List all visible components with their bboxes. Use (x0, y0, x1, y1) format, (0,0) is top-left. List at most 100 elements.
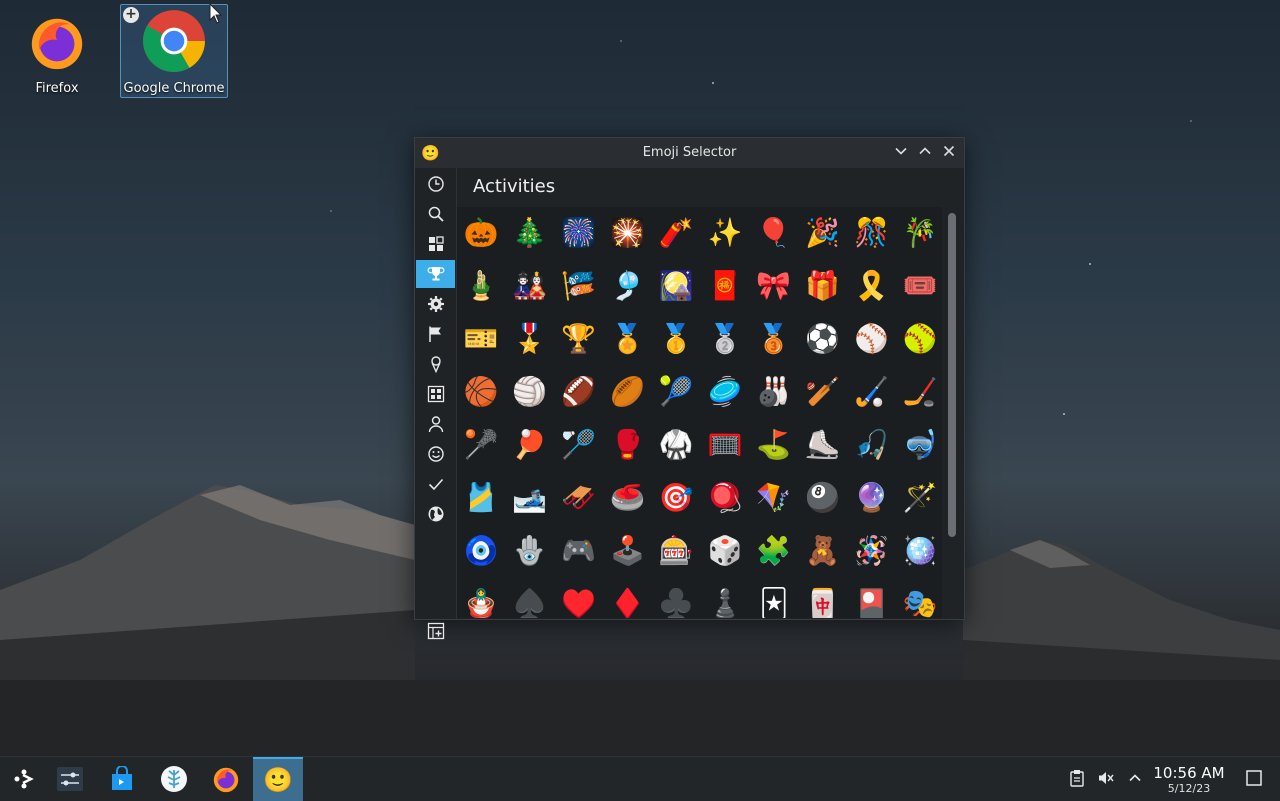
category-food[interactable] (416, 350, 455, 378)
emoji-button[interactable]: 🏒 (898, 370, 942, 414)
emoji-button[interactable]: 🎮 (557, 529, 601, 573)
emoji-button[interactable]: 🎊 (849, 211, 893, 255)
emoji-button[interactable]: 🥍 (459, 423, 503, 467)
emoji-button[interactable]: 🎎 (508, 264, 552, 308)
emoji-button[interactable]: 🏅 (605, 317, 649, 361)
maximize-button[interactable] (915, 143, 935, 163)
tray-clipboard[interactable] (1066, 767, 1088, 789)
emoji-button[interactable]: 🎁 (801, 264, 845, 308)
category-smileys[interactable] (416, 440, 455, 468)
emoji-button[interactable]: 🏸 (557, 423, 601, 467)
emoji-button[interactable]: 🎀 (752, 264, 796, 308)
emoji-button[interactable]: 🎾 (654, 370, 698, 414)
emoji-button[interactable]: 🎰 (654, 529, 698, 573)
emoji-button[interactable]: 🥊 (605, 423, 649, 467)
emoji-button[interactable]: 🪁 (752, 476, 796, 520)
category-travel[interactable] (416, 500, 455, 528)
emoji-button[interactable]: 🎿 (508, 476, 552, 520)
emoji-button[interactable]: 🪩 (898, 529, 942, 573)
emoji-button[interactable]: 🎣 (849, 423, 893, 467)
emoji-button[interactable]: 🎖️ (508, 317, 552, 361)
emoji-button[interactable]: 🏉 (605, 370, 649, 414)
taskbar-flatpak-app[interactable] (150, 757, 198, 801)
emoji-button[interactable]: ⚾ (849, 317, 893, 361)
emoji-button[interactable]: 🏑 (849, 370, 893, 414)
emoji-button[interactable]: 🕹️ (605, 529, 649, 573)
add-plus-icon[interactable]: + (123, 7, 139, 23)
emoji-button[interactable]: 🎳 (752, 370, 796, 414)
emoji-button[interactable]: ⚽ (801, 317, 845, 361)
taskbar-firefox[interactable] (202, 757, 250, 801)
emoji-button[interactable]: 🪀 (703, 476, 747, 520)
category-recent[interactable] (416, 170, 455, 198)
clock-date[interactable]: 5/12/23 (1150, 782, 1228, 795)
emoji-button[interactable]: 🤿 (898, 423, 942, 467)
emoji-button[interactable]: 🎈 (752, 211, 796, 255)
emoji-button[interactable]: 🥇 (654, 317, 698, 361)
emoji-button[interactable]: 🎟️ (898, 264, 942, 308)
category-search[interactable] (416, 200, 455, 228)
emoji-button[interactable]: 🪆 (459, 582, 503, 618)
category-flags[interactable] (416, 320, 455, 348)
tray-expand[interactable] (1124, 767, 1146, 789)
add-table-button[interactable] (416, 617, 455, 645)
emoji-button[interactable]: 🏈 (557, 370, 601, 414)
emoji-button[interactable]: 🧸 (801, 529, 845, 573)
emoji-button[interactable]: 🃏 (752, 582, 796, 618)
emoji-button[interactable]: 🎲 (703, 529, 747, 573)
emoji-button[interactable]: 🧿 (459, 529, 503, 573)
emoji-button[interactable]: 🎱 (801, 476, 845, 520)
emoji-button[interactable]: ⛳ (752, 423, 796, 467)
emoji-button[interactable]: 🎋 (898, 211, 942, 255)
emoji-button[interactable]: 🥅 (703, 423, 747, 467)
emoji-button[interactable]: 🥌 (605, 476, 649, 520)
emoji-button[interactable]: 🎏 (557, 264, 601, 308)
category-all[interactable] (416, 230, 455, 258)
emoji-button[interactable]: 🏏 (801, 370, 845, 414)
emoji-button[interactable]: 🧨 (654, 211, 698, 255)
category-activities[interactable] (416, 260, 455, 288)
emoji-button[interactable]: 🀄 (801, 582, 845, 618)
clock-time[interactable]: 10:56 AM (1150, 764, 1228, 782)
desktop-icon-firefox[interactable]: Firefox (4, 5, 110, 97)
emoji-button[interactable]: 🎇 (605, 211, 649, 255)
emoji-button[interactable]: 🎉 (801, 211, 845, 255)
emoji-button[interactable]: 🥉 (752, 317, 796, 361)
emoji-button[interactable]: ✨ (703, 211, 747, 255)
emoji-button[interactable]: ⛸️ (801, 423, 845, 467)
emoji-button[interactable]: 🥎 (898, 317, 942, 361)
taskbar-emoji-selector[interactable]: 🙂 (253, 757, 303, 801)
window-titlebar[interactable]: 🙂 Emoji Selector (415, 138, 964, 168)
emoji-button[interactable]: 🎑 (654, 264, 698, 308)
emoji-button[interactable]: 🛷 (557, 476, 601, 520)
emoji-button[interactable]: 🎐 (605, 264, 649, 308)
emoji-button[interactable]: ♟️ (703, 582, 747, 618)
emoji-button[interactable]: 🎯 (654, 476, 698, 520)
emoji-button[interactable]: 🏆 (557, 317, 601, 361)
emoji-button[interactable]: 🎭 (898, 582, 942, 618)
emoji-button[interactable]: 🎆 (557, 211, 601, 255)
emoji-button[interactable]: ♥️ (557, 582, 601, 618)
emoji-button[interactable]: 🔮 (849, 476, 893, 520)
category-objects[interactable] (416, 290, 455, 318)
emoji-button[interactable]: 🎽 (459, 476, 503, 520)
emoji-button[interactable]: 🪄 (898, 476, 942, 520)
emoji-button[interactable]: 🎫 (459, 317, 503, 361)
emoji-button[interactable]: 🎴 (849, 582, 893, 618)
emoji-button[interactable]: ♣️ (654, 582, 698, 618)
emoji-selector-window[interactable]: 🙂 Emoji Selector Activities 🎃 🎄 🎆 🎇 🧨 ✨ … (414, 137, 965, 640)
emoji-button[interactable]: 🥏 (703, 370, 747, 414)
emoji-button[interactable]: 🪅 (849, 529, 893, 573)
category-people[interactable] (416, 410, 455, 438)
emoji-button[interactable]: 🥋 (654, 423, 698, 467)
emoji-button[interactable]: 🎍 (459, 264, 503, 308)
emoji-button[interactable]: 🪬 (508, 529, 552, 573)
emoji-button[interactable]: 🎄 (508, 211, 552, 255)
close-button[interactable] (939, 143, 959, 163)
emoji-button[interactable]: 🧧 (703, 264, 747, 308)
category-checkmark[interactable] (416, 470, 455, 498)
app-launcher-button[interactable] (0, 757, 48, 801)
emoji-button[interactable]: 🧩 (752, 529, 796, 573)
emoji-button[interactable]: 🏀 (459, 370, 503, 414)
emoji-button[interactable]: 🎃 (459, 211, 503, 255)
